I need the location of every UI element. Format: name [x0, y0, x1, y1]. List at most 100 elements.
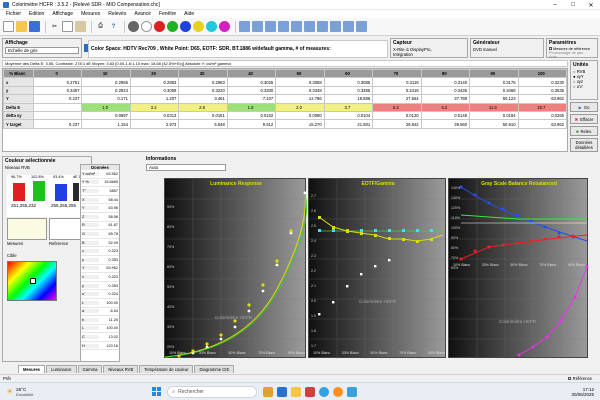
- table-cell[interactable]: 0.2956: [81, 77, 131, 87]
- table-cell[interactable]: 2.0: [275, 102, 325, 112]
- measure-white-icon[interactable]: [141, 21, 152, 32]
- table-cell[interactable]: 50.123: [469, 94, 519, 104]
- table-header[interactable]: 0: [32, 68, 83, 79]
- generateur-line1[interactable]: DVD manuel: [471, 47, 543, 52]
- table-cell[interactable]: 2.8: [178, 102, 228, 112]
- table-header[interactable]: 40: [226, 68, 277, 79]
- row-label[interactable]: Y target: [3, 119, 34, 129]
- parametres-opt3[interactable]: Auto: [547, 55, 597, 59]
- display-icon-7[interactable]: [317, 21, 328, 32]
- cut-icon[interactable]: ✂: [49, 21, 60, 32]
- row-label[interactable]: delta xy: [3, 110, 34, 121]
- table-cell[interactable]: 11.9: [469, 102, 519, 112]
- table-cell[interactable]: 0.2751: [32, 77, 83, 87]
- tab-temperature[interactable]: Température de couleur: [139, 365, 194, 373]
- windows-start-icon[interactable]: [151, 386, 162, 397]
- display-icon-3[interactable]: [265, 21, 276, 32]
- table-cell[interactable]: 2.973: [129, 119, 180, 129]
- help-icon[interactable]: ?: [108, 21, 119, 32]
- table-cell[interactable]: 1.154: [81, 119, 131, 129]
- table-cell[interactable]: 0.3119: [372, 77, 422, 87]
- display-icon-9[interactable]: [343, 21, 354, 32]
- table-cell[interactable]: 37.788: [420, 94, 471, 104]
- table-cell[interactable]: 0.3058: [275, 77, 325, 87]
- table-cell[interactable]: 0.0313: [129, 110, 180, 121]
- measure-magenta-icon[interactable]: [219, 21, 230, 32]
- releves-button[interactable]: ■ Relev.: [570, 126, 598, 136]
- table-cell[interactable]: 15.270: [275, 119, 325, 129]
- taskbar-folder-icon[interactable]: [291, 386, 302, 397]
- table-cell[interactable]: 0.0080: [275, 110, 325, 121]
- tab-luminance[interactable]: Luminance: [46, 365, 77, 373]
- print-icon[interactable]: ⎙: [95, 21, 106, 32]
- table-cell[interactable]: 27.654: [372, 94, 422, 104]
- table-cell[interactable]: 0.3140: [420, 77, 471, 87]
- weather-widget[interactable]: ☀ 26°C Ensoleillé: [6, 387, 33, 397]
- table-cell[interactable]: 0.3385: [323, 85, 374, 96]
- eotf-graph[interactable]: EOTF/Gamma 2.7 2.6 2.5 2.4 2.3 2.2 2.1 2.0 1.9 1.…: [308, 178, 447, 359]
- display-icon-6[interactable]: [304, 21, 315, 32]
- measure-red-icon[interactable]: [154, 21, 165, 32]
- display-icon-2[interactable]: [252, 21, 263, 32]
- table-cell[interactable]: 6.2: [372, 102, 422, 112]
- informations-combo[interactable]: Auto: [146, 164, 226, 171]
- table-cell[interactable]: 0.237: [32, 94, 83, 104]
- table-cell[interactable]: 1.0: [81, 102, 131, 112]
- display-icon-1[interactable]: [239, 21, 250, 32]
- table-cell[interactable]: 63.962: [517, 94, 568, 104]
- measure-grey-icon[interactable]: [128, 21, 139, 32]
- table-cell[interactable]: 0.3436: [420, 85, 471, 96]
- measure-yellow-icon[interactable]: [193, 21, 204, 32]
- table-cell[interactable]: 3.7: [323, 102, 374, 112]
- measure-cyan-icon[interactable]: [206, 21, 217, 32]
- minimize-button[interactable]: –: [546, 0, 564, 10]
- go-button[interactable]: ▶ Go: [570, 102, 598, 112]
- luminance-graph[interactable]: Luminance Response 90% 80% 70% 60% 50% 40% 30%…: [164, 178, 307, 359]
- table-cell[interactable]: 0.3419: [372, 85, 422, 96]
- taskbar-app-icon-1[interactable]: [263, 386, 274, 397]
- tab-niveaux-rvb[interactable]: Niveaux RVB: [103, 365, 139, 373]
- menu-edition[interactable]: Edition: [29, 11, 44, 17]
- table-cell[interactable]: 1.8: [226, 102, 277, 112]
- row-label[interactable]: Delta E: [3, 102, 34, 112]
- unites-uv[interactable]: ○ u'v': [571, 84, 597, 89]
- table-header[interactable]: 70: [372, 68, 422, 79]
- menu-fichier[interactable]: Fichier: [6, 11, 21, 17]
- status-reference[interactable]: Référence: [567, 376, 592, 381]
- table-cell[interactable]: 6.2: [420, 102, 471, 112]
- table-cell[interactable]: 29.842: [372, 119, 422, 129]
- table-header[interactable]: 90: [469, 68, 519, 79]
- table-cell[interactable]: 0.0104: [323, 110, 374, 121]
- table-cell[interactable]: 0.3175: [469, 77, 519, 87]
- table-cell[interactable]: 0.3535: [517, 85, 568, 96]
- table-cell[interactable]: 0.3026: [226, 77, 277, 87]
- table-header[interactable]: 60: [323, 68, 374, 79]
- table-header[interactable]: % Blanc: [3, 68, 34, 79]
- table-cell[interactable]: 0.0184: [469, 110, 519, 121]
- table-cell[interactable]: 0.2983: [178, 77, 228, 87]
- maximize-button[interactable]: □: [564, 0, 582, 10]
- taskbar-edge-icon[interactable]: [319, 386, 330, 397]
- effacer-button[interactable]: ✖ Effacer: [570, 114, 598, 124]
- copy-icon[interactable]: [62, 21, 73, 32]
- close-button[interactable]: ✕: [582, 0, 600, 10]
- affichage-combo[interactable]: Echelle de gris: [5, 47, 79, 54]
- grey-balance-graph[interactable]: Gray Scale Balance Rebalanced 140% 130% 12…: [448, 178, 589, 359]
- taskbar-app-icon-3[interactable]: [305, 386, 316, 397]
- save-icon[interactable]: [29, 21, 40, 32]
- table-cell[interactable]: 0.0161: [178, 110, 228, 121]
- table-cell[interactable]: 0.0597: [81, 110, 131, 121]
- table-header[interactable]: 80: [420, 68, 471, 79]
- menu-releves[interactable]: Relevés: [108, 11, 126, 17]
- table-cell[interactable]: 0.3348: [275, 85, 325, 96]
- table-cell[interactable]: 0.3468: [469, 85, 519, 96]
- table-cell[interactable]: 0.3059: [129, 85, 180, 96]
- paste-icon[interactable]: [75, 21, 86, 32]
- table-cell[interactable]: 3.2: [129, 102, 180, 112]
- table-header[interactable]: 20: [129, 68, 180, 79]
- tab-mesures[interactable]: Mesures: [18, 365, 45, 373]
- row-label[interactable]: y: [3, 85, 34, 96]
- open-folder-icon[interactable]: [16, 21, 27, 32]
- table-header[interactable]: 10: [81, 68, 131, 79]
- table-cell[interactable]: 0.171: [81, 94, 131, 104]
